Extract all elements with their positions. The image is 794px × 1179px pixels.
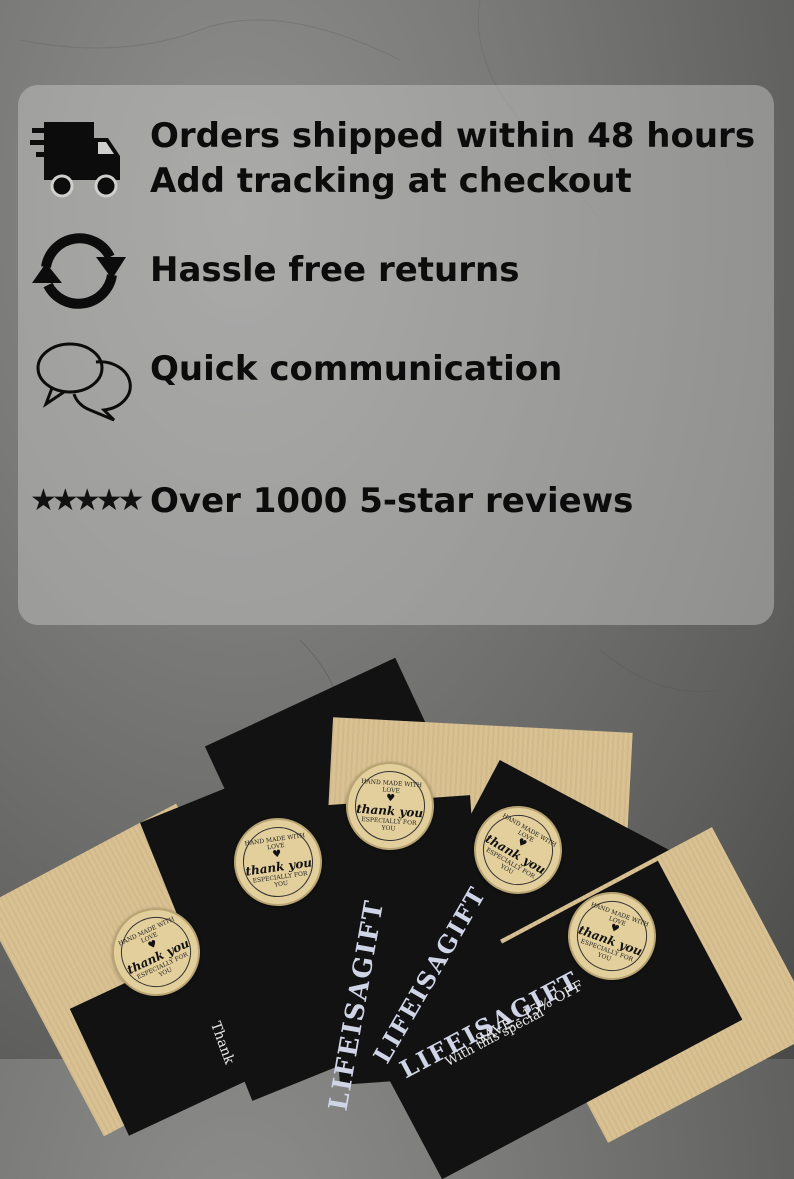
reviews-text: Over 1000 5-star reviews [150,481,634,521]
communication-text: Quick communication [150,349,563,389]
refresh-arrows-icon [32,233,126,309]
delivery-truck-icon [30,122,120,198]
shipping-text-line2: Add tracking at checkout [150,161,632,201]
heart-icon: ♥ [385,792,396,805]
returns-text: Hassle free returns [150,250,520,290]
shipping-text-line1: Orders shipped within 48 hours [150,116,756,156]
chat-bubbles-icon [36,342,132,422]
five-stars-icon: ★★★★★ [30,483,145,518]
